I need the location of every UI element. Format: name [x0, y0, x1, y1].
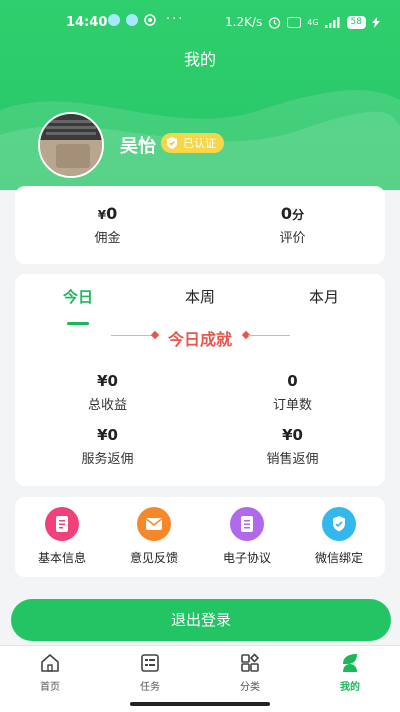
rating-stat[interactable]: 0分 评价	[200, 186, 385, 264]
avatar-photo	[40, 114, 102, 176]
tabbar-label: 分类	[240, 682, 260, 693]
network-speed: 1.2K/s	[225, 15, 263, 29]
app-notification-icon	[126, 14, 138, 26]
commission-stat[interactable]: ¥0 佣金	[15, 186, 200, 264]
tabbar-item-home[interactable]: 首页	[10, 652, 90, 693]
page-title: 我的	[183, 50, 216, 69]
service-menu-card: 基本信息 意见反馈 电子协议 微信绑定	[15, 497, 385, 577]
shield-check-icon	[322, 507, 356, 541]
commission-value: ¥0	[15, 204, 200, 223]
metric-label: 总收益	[87, 398, 127, 413]
tab-this-month[interactable]: 本月	[284, 286, 364, 307]
rating-label: 评价	[279, 231, 306, 246]
document-icon	[45, 507, 79, 541]
menu-label: 微信绑定	[314, 551, 363, 565]
tabbar-label: 任务	[140, 682, 160, 693]
section-title: 今日成就	[167, 330, 232, 349]
profile-header: 14:40 ··· 1.2K/s 4G 58 我的 吴怡 已认证	[0, 0, 400, 190]
notification-icons	[108, 14, 156, 26]
title-decoration-line	[248, 335, 290, 336]
menu-label: 电子协议	[222, 551, 271, 565]
status-bar: 14:40 ··· 1.2K/s 4G 58	[0, 0, 400, 44]
menu-label: 意见反馈	[129, 551, 178, 565]
status-time: 14:40	[66, 15, 108, 30]
metric-value: 0	[287, 372, 298, 390]
profile-icon	[343, 654, 357, 672]
total-revenue-metric: ¥0 总收益	[15, 372, 200, 413]
tabbar-item-profile[interactable]: 我的	[310, 652, 390, 693]
app-notification-icon	[144, 14, 156, 26]
charging-icon	[372, 16, 380, 28]
tabbar-label: 我的	[340, 682, 360, 693]
tabbar-label: 首页	[40, 682, 60, 693]
rating-value: 0分	[200, 204, 385, 223]
menu-e-contract[interactable]: 电子协议	[201, 507, 293, 566]
sales-rebate-metric: ¥0 销售返佣	[200, 426, 385, 467]
metric-value: ¥0	[97, 426, 118, 444]
home-indicator	[130, 702, 270, 706]
currency-symbol: ¥	[97, 208, 107, 222]
battery-level: 58	[346, 15, 366, 29]
verified-badge-label: 已认证	[183, 137, 216, 150]
user-name: 吴怡	[120, 136, 156, 157]
avatar[interactable]	[38, 112, 104, 178]
menu-wechat-binding[interactable]: 微信绑定	[293, 507, 385, 566]
tabbar-item-tasks[interactable]: 任务	[110, 652, 190, 693]
status-right: 1.2K/s 4G 58	[225, 15, 380, 29]
app-notification-icon	[108, 14, 120, 26]
verified-shield-icon	[167, 137, 177, 149]
rating-unit: 分	[292, 208, 305, 222]
commission-amount: 0	[106, 204, 118, 223]
alarm-icon	[269, 16, 281, 29]
metric-label: 销售返佣	[266, 452, 319, 467]
period-tabs: 今日 本周 本月	[15, 286, 385, 325]
menu-feedback[interactable]: 意见反馈	[108, 507, 200, 566]
menu-label: 基本信息	[37, 551, 86, 565]
commission-label: 佣金	[94, 231, 121, 246]
task-list-icon	[141, 654, 159, 672]
metric-label: 服务返佣	[81, 452, 134, 467]
hd-icon	[287, 16, 302, 28]
metric-label: 订单数	[272, 398, 312, 413]
metric-value: ¥0	[97, 372, 118, 390]
network-type: 4G	[307, 17, 319, 27]
tab-this-week[interactable]: 本周	[160, 286, 240, 307]
order-count-metric: 0 订单数	[200, 372, 385, 413]
home-icon	[41, 654, 59, 672]
contract-icon	[230, 507, 264, 541]
achievement-card: 今日 本周 本月 今日成就 ¥0 总收益 0 订单数 ¥0 服务返佣 ¥0 销售…	[15, 274, 385, 486]
logout-button[interactable]: 退出登录	[11, 599, 391, 641]
tab-today[interactable]: 今日	[38, 286, 118, 307]
metric-value: ¥0	[282, 426, 303, 444]
more-notifications: ···	[166, 12, 185, 27]
tabbar-item-categories[interactable]: 分类	[210, 652, 290, 693]
rating-amount: 0	[280, 204, 293, 223]
verified-badge: 已认证	[161, 133, 224, 153]
category-icon	[241, 653, 260, 672]
menu-basic-info[interactable]: 基本信息	[16, 507, 108, 566]
mail-icon	[137, 507, 171, 541]
active-tab-indicator	[67, 322, 89, 325]
signal-icon	[324, 16, 340, 28]
service-rebate-metric: ¥0 服务返佣	[15, 426, 200, 467]
earnings-summary-card: ¥0 佣金 0分 评价	[15, 186, 385, 264]
